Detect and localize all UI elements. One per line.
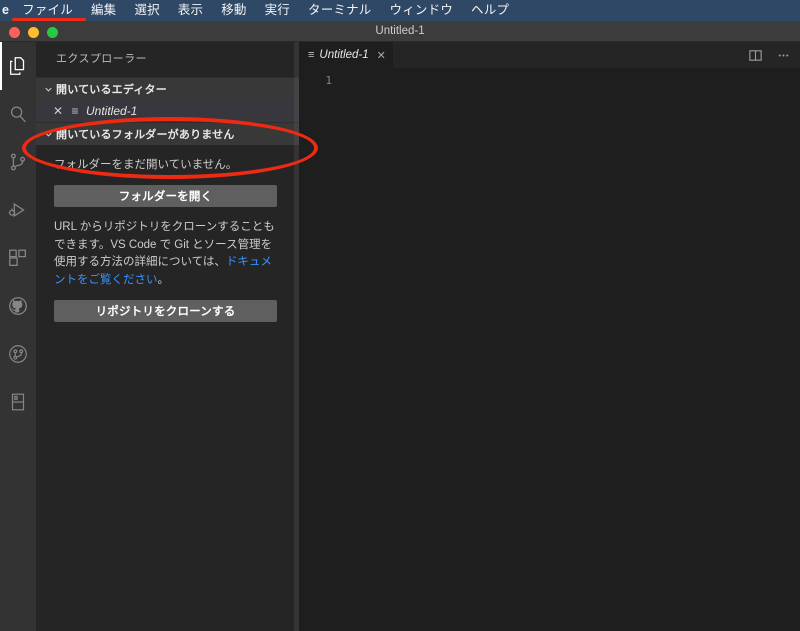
extensions-icon xyxy=(7,247,29,269)
menu-item-go[interactable]: 移動 xyxy=(212,0,255,21)
activitybar-item-search[interactable] xyxy=(0,90,36,138)
git-pull-request-icon xyxy=(7,343,29,365)
activitybar-item-source-control[interactable] xyxy=(0,138,36,186)
section-no-folder-opened[interactable]: 開いているフォルダーがありません xyxy=(36,122,299,145)
window-title: Untitled-1 xyxy=(375,25,425,37)
clone-text-3: 。 xyxy=(157,274,170,287)
close-icon[interactable]: ✕ xyxy=(50,103,66,119)
source-control-icon xyxy=(7,151,29,173)
activitybar-item-pull-requests[interactable] xyxy=(0,330,36,378)
activitybar-item-docs[interactable] xyxy=(0,378,36,426)
open-editor-label: Untitled-1 xyxy=(86,104,138,118)
activity-bar xyxy=(0,42,36,631)
section-no-folder-label: 開いているフォルダーがありません xyxy=(56,129,235,141)
activitybar-item-github[interactable] xyxy=(0,282,36,330)
ellipsis-icon[interactable] xyxy=(770,42,796,68)
menu-item-selection[interactable]: 選択 xyxy=(125,0,168,21)
book-icon xyxy=(7,391,29,413)
chevron-down-icon xyxy=(40,126,56,142)
file-icon: ≡ xyxy=(71,104,79,118)
activitybar-item-extensions[interactable] xyxy=(0,234,36,282)
no-folder-welcome-body: フォルダーをまだ開いていません。 フォルダーを開く URL からリポジトリをクロ… xyxy=(36,145,299,323)
close-icon[interactable]: ✕ xyxy=(377,49,386,62)
vscode-window: e ファイル 編集 選択 表示 移動 実行 ターミナル ウィンドウ ヘルプ Un… xyxy=(0,0,800,631)
files-icon xyxy=(7,55,29,77)
search-icon xyxy=(7,103,29,125)
explorer-sidebar: エクスプローラー 開いているエディター ✕ ≡ Untitled-1 開いている… xyxy=(36,42,299,631)
menu-item-terminal[interactable]: ターミナル xyxy=(299,0,381,21)
open-editor-row-untitled-1[interactable]: ✕ ≡ Untitled-1 xyxy=(36,100,299,122)
open-folder-button[interactable]: フォルダーを開く xyxy=(54,184,277,207)
activitybar-item-run-and-debug[interactable] xyxy=(0,186,36,234)
window-title-bar: Untitled-1 xyxy=(0,21,800,42)
tab-untitled-1[interactable]: ≡ Untitled-1 ✕ xyxy=(299,42,394,68)
github-icon xyxy=(7,295,29,317)
clone-repository-button[interactable]: リポジトリをクローンする xyxy=(54,300,277,323)
clone-description: URL からリポジトリをクローンすることもできます。VS Code で Git … xyxy=(54,219,277,290)
menu-item-edit[interactable]: 編集 xyxy=(82,0,125,21)
editor-tab-actions xyxy=(742,42,796,68)
editor-text-surface[interactable]: 1 xyxy=(299,68,800,631)
macos-menu-bar: e ファイル 編集 選択 表示 移動 実行 ターミナル ウィンドウ ヘルプ xyxy=(0,0,800,21)
tab-label: Untitled-1 xyxy=(319,49,369,61)
split-editor-icon[interactable] xyxy=(742,42,768,68)
file-icon: ≡ xyxy=(308,49,315,61)
section-open-editors-label: 開いているエディター xyxy=(56,84,167,96)
run-debug-icon xyxy=(7,199,29,221)
no-folder-message: フォルダーをまだ開いていません。 xyxy=(54,159,238,171)
section-open-editors[interactable]: 開いているエディター xyxy=(36,77,299,100)
menu-item-run[interactable]: 実行 xyxy=(256,0,299,21)
menu-item-view[interactable]: 表示 xyxy=(169,0,212,21)
line-number-1: 1 xyxy=(325,74,332,87)
editor-region: ≡ Untitled-1 ✕ 1 xyxy=(299,42,800,631)
editor-tab-bar: ≡ Untitled-1 ✕ xyxy=(299,42,800,68)
menu-item-help[interactable]: ヘルプ xyxy=(462,0,518,21)
menu-item-window[interactable]: ウィンドウ xyxy=(381,0,463,21)
chevron-down-icon xyxy=(40,81,56,97)
activitybar-item-explorer[interactable] xyxy=(0,42,36,90)
sidebar-title: エクスプローラー xyxy=(56,53,147,65)
